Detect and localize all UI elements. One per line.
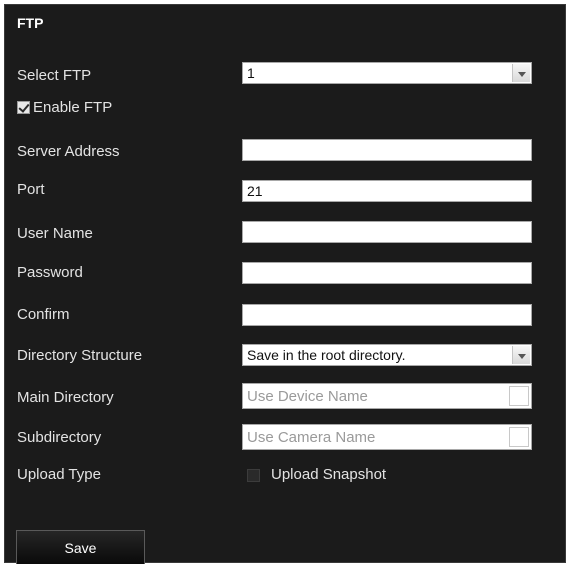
- upload-snapshot-label: Upload Snapshot: [271, 466, 387, 483]
- upload-snapshot-checkbox[interactable]: [247, 469, 260, 482]
- subdirectory-value: Use Camera Name: [247, 429, 376, 446]
- select-ftp-dropdown[interactable]: 1: [242, 62, 532, 84]
- subdirectory-combo[interactable]: Use Camera Name: [242, 424, 532, 450]
- user-name-label: User Name: [17, 225, 93, 242]
- ftp-settings-panel: FTP Select FTP 1 Enable FTP Server Addre…: [4, 4, 566, 564]
- checkbox-icon[interactable]: [509, 427, 529, 447]
- chevron-down-icon[interactable]: [512, 346, 530, 364]
- select-ftp-label: Select FTP: [17, 67, 92, 84]
- checkbox-checked-icon[interactable]: [17, 101, 30, 114]
- main-directory-value: Use Device Name: [247, 388, 368, 405]
- main-directory-label: Main Directory: [17, 389, 114, 406]
- upload-type-label: Upload Type: [17, 466, 101, 483]
- select-ftp-value: 1: [247, 65, 255, 81]
- confirm-password-input[interactable]: [242, 304, 532, 326]
- port-input[interactable]: [242, 180, 532, 202]
- server-address-label: Server Address: [17, 143, 120, 160]
- password-label: Password: [17, 264, 83, 281]
- section-title: FTP: [17, 15, 44, 31]
- enable-ftp-label: Enable FTP: [33, 99, 113, 116]
- directory-structure-value: Save in the root directory.: [247, 347, 406, 363]
- chevron-down-icon[interactable]: [512, 64, 530, 82]
- checkbox-icon[interactable]: [509, 386, 529, 406]
- port-label: Port: [17, 181, 45, 198]
- server-address-input[interactable]: [242, 139, 532, 161]
- enable-ftp-row[interactable]: Enable FTP: [17, 99, 112, 116]
- password-input[interactable]: [242, 262, 532, 284]
- main-directory-combo[interactable]: Use Device Name: [242, 383, 532, 409]
- directory-structure-label: Directory Structure: [17, 347, 143, 364]
- user-name-input[interactable]: [242, 221, 532, 243]
- subdirectory-label: Subdirectory: [17, 429, 102, 446]
- confirm-label: Confirm: [17, 306, 70, 323]
- directory-structure-dropdown[interactable]: Save in the root directory.: [242, 344, 532, 366]
- save-button[interactable]: Save: [16, 530, 145, 564]
